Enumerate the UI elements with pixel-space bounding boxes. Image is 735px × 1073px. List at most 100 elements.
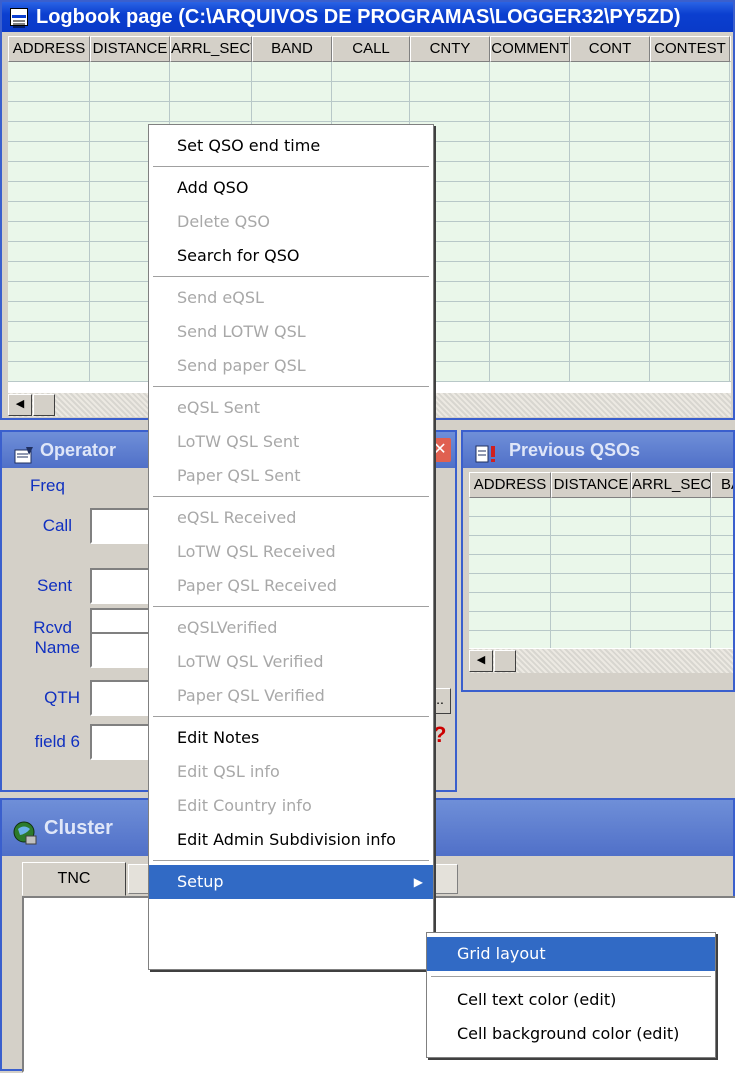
table-cell[interactable]: [8, 82, 90, 102]
table-row[interactable]: [8, 62, 731, 82]
qth-field[interactable]: [90, 680, 154, 716]
table-cell[interactable]: [490, 302, 570, 322]
menu-item-edit-admin-subdivision-info[interactable]: Edit Admin Subdivision info: [149, 823, 433, 857]
column-header[interactable]: CONTEST: [650, 36, 730, 62]
sent-field[interactable]: [90, 568, 154, 604]
column-header[interactable]: BA: [711, 472, 733, 498]
table-cell[interactable]: [631, 631, 711, 648]
table-cell[interactable]: [490, 282, 570, 302]
column-header[interactable]: CNTY: [410, 36, 490, 62]
column-header[interactable]: ARRL_SECT: [170, 36, 252, 62]
table-cell[interactable]: [711, 517, 733, 536]
table-cell[interactable]: [650, 322, 730, 342]
call-field[interactable]: [90, 508, 154, 544]
table-cell[interactable]: [8, 262, 90, 282]
menu-item-edit-notes[interactable]: Edit Notes: [149, 721, 433, 755]
table-cell[interactable]: [711, 631, 733, 648]
table-row[interactable]: [469, 593, 733, 612]
table-cell[interactable]: [551, 631, 631, 648]
table-cell[interactable]: [650, 282, 730, 302]
table-cell[interactable]: [570, 262, 650, 282]
table-cell[interactable]: [570, 82, 650, 102]
table-cell[interactable]: [650, 82, 730, 102]
table-cell[interactable]: [730, 222, 731, 242]
menu-item-grid-layout[interactable]: Grid layout: [427, 937, 715, 971]
table-cell[interactable]: [730, 122, 731, 142]
menu-item-setup[interactable]: Setup ▶: [149, 865, 433, 899]
table-cell[interactable]: [730, 62, 731, 82]
column-header[interactable]: DISTANCE: [551, 472, 631, 498]
table-cell[interactable]: [570, 62, 650, 82]
menu-item-eqsl-received[interactable]: eQSL Received: [149, 501, 433, 535]
table-cell[interactable]: [490, 342, 570, 362]
table-cell[interactable]: [8, 202, 90, 222]
table-cell[interactable]: [730, 102, 731, 122]
table-cell[interactable]: [490, 142, 570, 162]
table-cell[interactable]: [570, 242, 650, 262]
table-cell[interactable]: [711, 612, 733, 631]
table-cell[interactable]: [650, 222, 730, 242]
table-cell[interactable]: [711, 593, 733, 612]
table-cell[interactable]: [469, 555, 551, 574]
table-cell[interactable]: [730, 322, 731, 342]
menu-item-eqslverified[interactable]: eQSLVerified: [149, 611, 433, 645]
column-header[interactable]: ADDRESS: [8, 36, 90, 62]
column-header[interactable]: ADDRESS: [469, 472, 551, 498]
table-cell[interactable]: [631, 498, 711, 517]
table-cell[interactable]: [490, 362, 570, 382]
table-cell[interactable]: [551, 574, 631, 593]
table-cell[interactable]: [650, 342, 730, 362]
table-cell[interactable]: [8, 102, 90, 122]
table-cell[interactable]: [8, 282, 90, 302]
table-cell[interactable]: [650, 102, 730, 122]
table-cell[interactable]: [8, 222, 90, 242]
menu-item-delete-qso[interactable]: Delete QSO: [149, 205, 433, 239]
table-cell[interactable]: [711, 498, 733, 517]
previous-qsos-grid[interactable]: ADDRESS DISTANCE ARRL_SECT BA: [469, 472, 733, 648]
column-header[interactable]: DISTANCE: [90, 36, 170, 62]
table-cell[interactable]: [8, 62, 90, 82]
menu-item-cell-text-color-edit[interactable]: Cell text color (edit): [427, 983, 715, 1017]
table-cell[interactable]: [570, 342, 650, 362]
table-cell[interactable]: [490, 62, 570, 82]
table-cell[interactable]: [490, 242, 570, 262]
table-row[interactable]: [469, 555, 733, 574]
table-row[interactable]: [469, 536, 733, 555]
menu-item-edit-qsl-info[interactable]: Edit QSL info: [149, 755, 433, 789]
table-cell[interactable]: [650, 202, 730, 222]
table-cell[interactable]: [551, 593, 631, 612]
table-cell[interactable]: [711, 536, 733, 555]
table-cell[interactable]: [90, 62, 170, 82]
table-cell[interactable]: [551, 517, 631, 536]
logbook-title-bar[interactable]: Logbook page (C:\ARQUIVOS DE PROGRAMAS\L…: [2, 2, 733, 32]
table-cell[interactable]: [8, 182, 90, 202]
menu-item-cell-background-color-edit[interactable]: Cell background color (edit): [427, 1017, 715, 1051]
table-cell[interactable]: [631, 593, 711, 612]
table-cell[interactable]: [469, 631, 551, 648]
menu-item-eqsl-sent[interactable]: eQSL Sent: [149, 391, 433, 425]
table-row[interactable]: [8, 82, 731, 102]
table-cell[interactable]: [570, 182, 650, 202]
table-cell[interactable]: [490, 222, 570, 242]
table-cell[interactable]: [490, 82, 570, 102]
table-row[interactable]: [469, 612, 733, 631]
table-cell[interactable]: [570, 282, 650, 302]
table-cell[interactable]: [469, 536, 551, 555]
table-cell[interactable]: [551, 555, 631, 574]
table-cell[interactable]: [490, 262, 570, 282]
table-cell[interactable]: [730, 362, 731, 382]
table-cell[interactable]: [570, 122, 650, 142]
table-cell[interactable]: [631, 517, 711, 536]
menu-item-send-paper-qsl[interactable]: Send paper QSL: [149, 349, 433, 383]
menu-item-add-qso[interactable]: Add QSO: [149, 171, 433, 205]
table-cell[interactable]: [551, 612, 631, 631]
table-cell[interactable]: [650, 142, 730, 162]
table-cell[interactable]: [570, 302, 650, 322]
table-cell[interactable]: [551, 498, 631, 517]
table-cell[interactable]: [490, 162, 570, 182]
table-cell[interactable]: [730, 162, 731, 182]
table-cell[interactable]: [8, 122, 90, 142]
table-cell[interactable]: [469, 612, 551, 631]
table-cell[interactable]: [730, 262, 731, 282]
table-cell[interactable]: [570, 362, 650, 382]
